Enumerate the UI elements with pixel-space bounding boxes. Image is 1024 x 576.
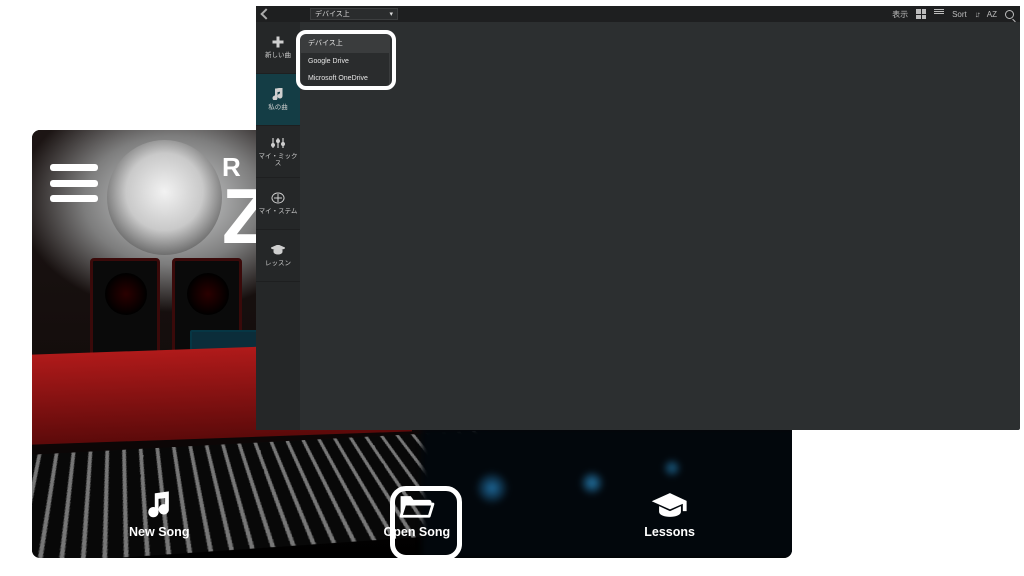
source-selector[interactable]: デバイス上 ▾ <box>310 8 398 20</box>
dropdown-device-label: デバイス上 <box>308 40 343 47</box>
stems-icon <box>271 191 285 205</box>
list-view-icon[interactable] <box>934 9 944 19</box>
sidebar-item-my-stems[interactable]: マイ・ステム <box>256 178 300 230</box>
toolbar-right: 表示 Sort ↓↑ AZ <box>892 6 1014 22</box>
browser-toolbar: デバイス上 ▾ 表示 Sort ↓↑ AZ <box>256 6 1020 22</box>
browser-sidebar: 新しい曲 私の曲 マイ・ミックス マイ・ステム レッスン <box>256 22 300 430</box>
grid-view-icon[interactable] <box>916 9 926 19</box>
dropdown-option-device[interactable]: デバイス上 <box>301 33 389 53</box>
new-song-button[interactable]: New Song <box>129 488 189 539</box>
dropdown-option-google-drive[interactable]: Google Drive <box>301 53 389 70</box>
lessons-button[interactable]: Lessons <box>644 488 695 539</box>
dropdown-google-label: Google Drive <box>308 58 349 65</box>
plus-icon <box>271 35 285 49</box>
home-dock: New Song Open Song Lessons <box>32 474 792 552</box>
view-label: 表示 <box>892 9 908 20</box>
source-selector-label: デバイス上 <box>315 9 350 19</box>
sliders-icon <box>271 136 285 150</box>
folder-open-icon <box>398 488 436 522</box>
sort-label: Sort <box>952 10 967 19</box>
sort-key[interactable]: AZ <box>987 10 997 19</box>
back-button[interactable] <box>260 8 271 19</box>
menu-button[interactable] <box>50 164 98 202</box>
sidebar-lessons-label: レッスン <box>265 261 291 268</box>
dropdown-onedrive-label: Microsoft OneDrive <box>308 75 368 82</box>
sidebar-item-my-songs[interactable]: 私の曲 <box>256 74 300 126</box>
music-note-icon <box>140 488 178 522</box>
open-song-button[interactable]: Open Song <box>384 488 451 539</box>
dropdown-option-onedrive[interactable]: Microsoft OneDrive <box>301 70 389 87</box>
lessons-label: Lessons <box>644 525 695 539</box>
graduation-cap-icon <box>651 488 689 522</box>
new-song-label: New Song <box>129 525 189 539</box>
graduation-cap-icon <box>271 243 285 257</box>
file-browser-window: デバイス上 ▾ 表示 Sort ↓↑ AZ 新しい曲 私の曲 <box>256 6 1020 430</box>
sidebar-item-lessons[interactable]: レッスン <box>256 230 300 282</box>
sidebar-item-new-song[interactable]: 新しい曲 <box>256 22 300 74</box>
sidebar-item-my-mixes[interactable]: マイ・ミックス <box>256 126 300 178</box>
search-icon[interactable] <box>1005 10 1014 19</box>
sidebar-my-mixes-label: マイ・ミックス <box>256 154 300 167</box>
sidebar-new-song-label: 新しい曲 <box>265 53 291 60</box>
sidebar-my-stems-label: マイ・ステム <box>259 209 298 216</box>
chevron-down-icon: ▾ <box>389 10 393 18</box>
sort-direction-icon[interactable]: ↓↑ <box>975 10 979 19</box>
music-note-icon <box>271 87 285 101</box>
sidebar-my-songs-label: 私の曲 <box>268 105 288 112</box>
source-dropdown: デバイス上 Google Drive Microsoft OneDrive <box>300 32 390 88</box>
open-song-label: Open Song <box>384 525 451 539</box>
